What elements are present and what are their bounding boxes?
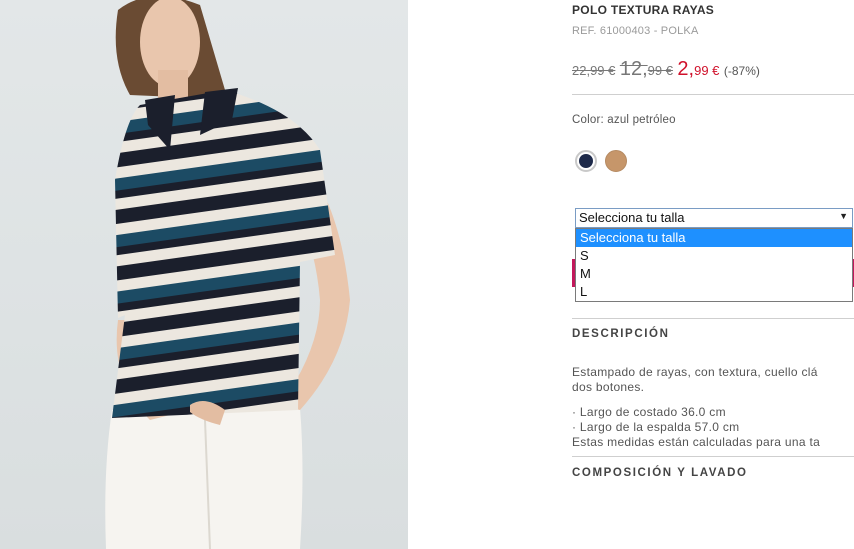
previous-price: 12,99 €	[619, 58, 673, 80]
divider	[572, 94, 854, 95]
composition-title[interactable]: COMPOSICIÓN Y LAVADO	[572, 467, 748, 479]
size-option[interactable]: Selecciona tu talla	[576, 229, 852, 247]
product-image[interactable]	[0, 0, 408, 549]
price-block: 22,99 € 12,99 € 2,99 € (-87%)	[572, 58, 760, 81]
product-title: POLO TEXTURA RAYAS	[572, 3, 715, 17]
divider	[572, 456, 854, 457]
product-reference: REF. 61000403 - POLKA	[572, 25, 699, 37]
product-info-panel: POLO TEXTURA RAYAS REF. 61000403 - POLKA…	[572, 0, 854, 549]
size-select[interactable]: Selecciona tu talla ▼	[575, 208, 853, 228]
size-option[interactable]: S	[576, 247, 852, 265]
model-illustration	[105, 0, 350, 549]
description-text: Estampado de rayas, con textura, cuello …	[572, 365, 818, 394]
color-swatch-navy[interactable]	[575, 150, 597, 172]
size-dropdown-list: Selecciona tu talla S M L	[575, 228, 853, 302]
color-label: Color: azul petróleo	[572, 114, 676, 126]
size-option[interactable]: L	[576, 283, 852, 301]
color-swatch-camel[interactable]	[605, 150, 627, 172]
chevron-down-icon[interactable]: ▼	[839, 211, 848, 221]
description-title[interactable]: DESCRIPCIÓN	[572, 328, 669, 340]
size-option[interactable]: M	[576, 265, 852, 283]
original-price: 22,99 €	[572, 63, 616, 78]
divider	[572, 318, 854, 319]
size-select-value: Selecciona tu talla	[579, 210, 685, 225]
measurements: · Largo de costado 36.0 cm · Largo de la…	[572, 405, 821, 449]
current-price: 2,99 €	[677, 58, 720, 80]
discount-badge: (-87%)	[723, 64, 760, 78]
